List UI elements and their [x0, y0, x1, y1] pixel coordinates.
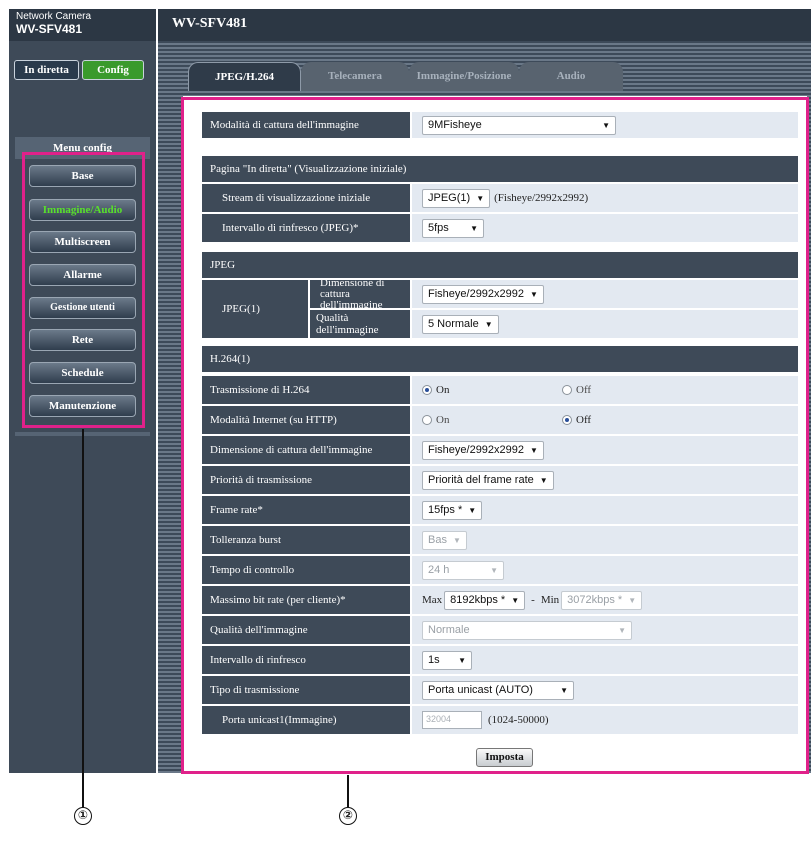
highlight-frame-menu [22, 152, 145, 428]
callout1-leader-line [82, 429, 84, 807]
live-mode-button[interactable]: In diretta [14, 60, 79, 80]
callout-1: ① [74, 807, 92, 825]
page-title: WV-SFV481 [158, 9, 811, 41]
callout-2: ② [339, 807, 357, 825]
brand-line2: WV-SFV481 [16, 22, 83, 36]
tab-camera[interactable]: Telecamera [301, 62, 409, 91]
tab-image-position[interactable]: Immagine/Posizione [409, 62, 519, 91]
brand-logo: Network Camera WV-SFV481 [9, 9, 156, 41]
config-mode-button[interactable]: Config [82, 60, 144, 80]
highlight-frame-settings [181, 97, 809, 774]
tab-jpeg-h264[interactable]: JPEG/H.264 [188, 62, 301, 91]
tab-audio[interactable]: Audio [519, 62, 623, 91]
callout2-leader-line [347, 775, 349, 807]
